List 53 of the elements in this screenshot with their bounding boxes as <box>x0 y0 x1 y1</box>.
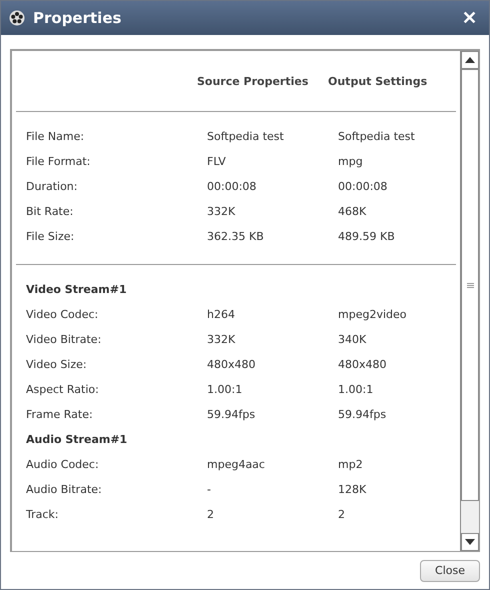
output-value: 59.94fps <box>338 408 388 421</box>
output-value: mp2 <box>338 458 364 471</box>
source-value: 1.00:1 <box>207 383 244 396</box>
source-value: 480x480 <box>207 358 257 371</box>
output-value: 128K <box>338 483 368 496</box>
property-label: File Name: <box>26 130 86 143</box>
column-header: Source Properties <box>197 74 310 88</box>
source-value: - <box>207 483 212 496</box>
output-value: Softpedia test <box>338 130 416 143</box>
output-value: 468K <box>338 205 368 218</box>
source-value: 59.94fps <box>207 408 256 421</box>
output-value: 489.59 KB <box>338 230 396 243</box>
property-label: Audio Codec: <box>26 458 100 471</box>
column-header: Output Settings <box>328 74 428 88</box>
source-value: 00:00:08 <box>207 180 258 193</box>
window-title: Properties <box>33 9 122 27</box>
property-label: Video Bitrate: <box>26 333 102 346</box>
output-value: 1.00:1 <box>338 383 374 396</box>
property-label: Bit Rate: <box>26 205 74 218</box>
section-title: Video Stream#1 <box>25 282 128 298</box>
source-value: 332K <box>207 333 236 346</box>
source-value: 2 <box>207 508 215 521</box>
output-value: mpg <box>338 155 364 168</box>
output-value: 2 <box>338 508 346 521</box>
scroll-down-button[interactable] <box>461 533 479 551</box>
property-label: Aspect Ratio: <box>26 383 100 396</box>
property-label: Frame Rate: <box>26 408 94 421</box>
film-reel-icon <box>9 10 25 26</box>
property-label: Track: <box>26 508 60 521</box>
property-label: Video Codec: <box>26 308 100 321</box>
close-button[interactable]: ✕ <box>458 7 481 29</box>
property-label: Duration: <box>26 180 78 193</box>
section-title: Audio Stream#1 <box>25 432 128 448</box>
property-label: File Format: <box>26 155 92 168</box>
down-triangle-icon <box>465 539 475 545</box>
source-value: mpeg4aac <box>207 458 266 471</box>
scrollbar-thumb[interactable] <box>461 69 479 501</box>
source-value: 332K <box>207 205 236 218</box>
property-label: Audio Bitrate: <box>26 483 103 496</box>
output-value: 00:00:08 <box>338 180 388 193</box>
property-label: File Size: <box>26 230 76 243</box>
source-value: 362.35 KB <box>207 230 265 243</box>
source-value: h264 <box>207 308 236 321</box>
output-value: 340K <box>338 333 368 346</box>
grip-lines-icon <box>466 282 474 288</box>
up-triangle-icon <box>465 57 475 63</box>
source-value: Softpedia test <box>207 130 285 143</box>
output-value: 480x480 <box>338 358 388 371</box>
close-button[interactable]: Close <box>420 560 480 582</box>
scroll-up-button[interactable] <box>461 51 479 69</box>
property-label: Video Size: <box>26 358 88 371</box>
output-value: mpeg2video <box>338 308 408 321</box>
source-value: FLV <box>207 155 227 168</box>
